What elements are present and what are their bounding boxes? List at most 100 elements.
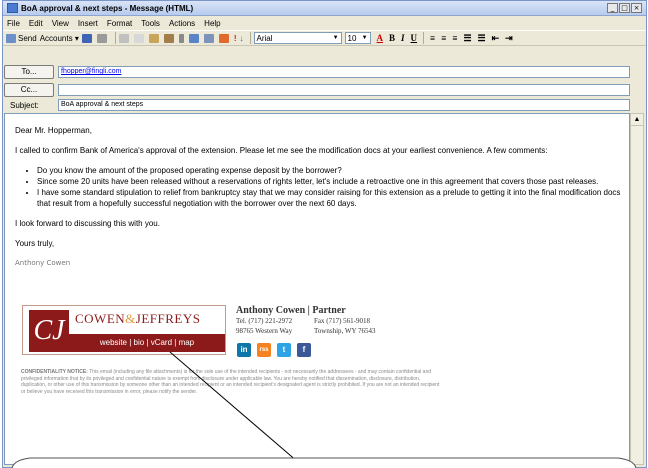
subject-field[interactable]: BoA approval & next steps	[58, 99, 630, 111]
copy-button[interactable]	[133, 32, 146, 45]
copy-icon	[133, 33, 144, 43]
toolbar-divider	[249, 32, 251, 44]
chevron-down-icon: ▼	[332, 35, 339, 41]
menu-help[interactable]: Help	[204, 19, 220, 28]
title-bar: BoA approval & next steps - Message (HTM…	[3, 1, 646, 16]
underline-button[interactable]: U	[411, 33, 418, 43]
menu-actions[interactable]: Actions	[169, 19, 195, 28]
logo-name-right: JEFFREYS	[135, 311, 201, 326]
save-button[interactable]	[81, 32, 94, 45]
minimize-button[interactable]: _	[607, 3, 618, 13]
check-names-button[interactable]	[188, 32, 201, 45]
facebook-icon[interactable]: f	[297, 343, 311, 357]
logo-links-bar[interactable]: website | bio | vCard | map	[69, 334, 225, 352]
increase-indent-button[interactable]: ⇥	[505, 33, 513, 44]
flag-icon	[218, 33, 229, 43]
firm-logo: CJ COWEN&JEFFREYS website | bio | vCard …	[22, 305, 226, 355]
to-button[interactable]: To...	[4, 65, 54, 79]
high-importance-button[interactable]: !	[234, 32, 237, 45]
message-text: Dear Mr. Hopperman, I called to confirm …	[15, 125, 625, 278]
menu-insert[interactable]: Insert	[78, 19, 98, 28]
menu-edit[interactable]: Edit	[29, 19, 43, 28]
flag-button[interactable]	[218, 32, 231, 45]
toolbar-divider	[114, 32, 116, 44]
font-select[interactable]: Arial ▼	[253, 32, 342, 44]
bold-button[interactable]: B	[389, 33, 395, 43]
message-icon	[7, 3, 18, 13]
list-item: Since some 20 units have been released w…	[37, 176, 625, 187]
send-label: Send	[18, 33, 37, 43]
font-size-value: 10	[347, 33, 357, 43]
send-icon	[6, 33, 16, 43]
italic-button[interactable]: I	[401, 33, 405, 43]
address-book-button[interactable]	[163, 32, 176, 45]
send-button[interactable]: Send	[6, 32, 37, 45]
card-name: Anthony Cowen | Partner	[236, 305, 346, 316]
high-importance-icon: !	[233, 33, 237, 43]
rss-icon[interactable]: rss	[257, 343, 271, 357]
toolbar-divider	[423, 32, 425, 44]
menu-tools[interactable]: Tools	[141, 19, 160, 28]
signature-name: Anthony Cowen	[15, 259, 71, 267]
signature-icon	[203, 33, 214, 43]
confidentiality-notice: CONFIDENTIALITY NOTICE: This email (incl…	[21, 369, 441, 395]
cc-button[interactable]: Cc...	[4, 83, 54, 97]
cut-button[interactable]	[118, 32, 131, 45]
align-right-button[interactable]: ≡	[452, 33, 457, 43]
numbering-button[interactable]: ☰	[478, 33, 486, 44]
subject-row: Subject: BoA approval & next steps	[4, 97, 630, 113]
card-fax: Fax (717) 561-9018	[314, 317, 370, 325]
menu-view[interactable]: View	[52, 19, 69, 28]
social-links: in rss t f	[237, 343, 317, 357]
close-button[interactable]: ×	[631, 3, 642, 13]
font-size-select[interactable]: 10 ▼	[344, 32, 371, 44]
accounts-button[interactable]: Accounts ▾	[40, 32, 79, 45]
attach-button[interactable]	[178, 32, 186, 45]
greeting: Dear Mr. Hopperman,	[15, 126, 92, 135]
card-tel: Tel. (717) 221-2972	[236, 317, 293, 325]
signature-button[interactable]	[203, 32, 216, 45]
logo-name-left: COWEN	[75, 311, 126, 326]
check-names-icon	[188, 33, 199, 43]
logo-ampersand: &	[125, 311, 136, 326]
closing-line: I look forward to discussing this with y…	[15, 219, 160, 228]
linkedin-icon[interactable]: in	[237, 343, 251, 357]
font-color-button[interactable]: A	[377, 33, 384, 43]
vertical-scrollbar[interactable]: ▲	[630, 113, 644, 465]
twitter-icon[interactable]: t	[277, 343, 291, 357]
bullets-button[interactable]: ☰	[463, 33, 471, 44]
logo-wordmark: COWEN&JEFFREYS	[75, 311, 201, 327]
menu-file[interactable]: File	[7, 19, 20, 28]
align-center-button[interactable]: ≡	[441, 33, 446, 43]
maximize-button[interactable]: □	[619, 3, 630, 13]
to-row: To... fhopper@fingli.com	[4, 64, 630, 80]
save-icon	[81, 33, 92, 43]
list-item: I have some standard stipulation to reli…	[37, 187, 625, 209]
low-importance-icon: ↓	[239, 33, 244, 43]
address-book-icon	[163, 33, 174, 43]
print-icon	[96, 33, 107, 43]
menu-format[interactable]: Format	[107, 19, 132, 28]
comment-list: Do you know the amount of the proposed o…	[37, 165, 625, 209]
paperclip-icon	[178, 33, 184, 43]
cut-icon	[118, 33, 129, 43]
to-field[interactable]: fhopper@fingli.com	[58, 66, 630, 78]
scroll-up-icon[interactable]: ▲	[631, 114, 643, 126]
toolbar: Send Accounts ▾ ! ↓ Arial ▼ 10 ▼ A B I U ≡…	[3, 30, 646, 46]
print-button[interactable]	[96, 32, 109, 45]
paste-button[interactable]	[148, 32, 161, 45]
menu-bar: File Edit View Insert Format Tools Actio…	[3, 16, 646, 30]
low-importance-button[interactable]: ↓	[240, 32, 244, 45]
sign-off: Yours truly,	[15, 239, 55, 248]
notice-label: CONFIDENTIALITY NOTICE:	[21, 369, 88, 375]
card-city: Township, WY 76543	[314, 327, 376, 335]
paragraph: I called to confirm Bank of America's ap…	[15, 146, 548, 155]
align-left-button[interactable]: ≡	[430, 33, 435, 43]
chevron-down-icon: ▼	[361, 35, 368, 41]
decrease-indent-button[interactable]: ⇤	[492, 33, 500, 44]
list-item: Do you know the amount of the proposed o…	[37, 165, 625, 176]
paste-icon	[148, 33, 159, 43]
cc-field[interactable]	[58, 84, 630, 96]
font-value: Arial	[256, 33, 273, 43]
logo-monogram: CJ	[29, 310, 69, 352]
